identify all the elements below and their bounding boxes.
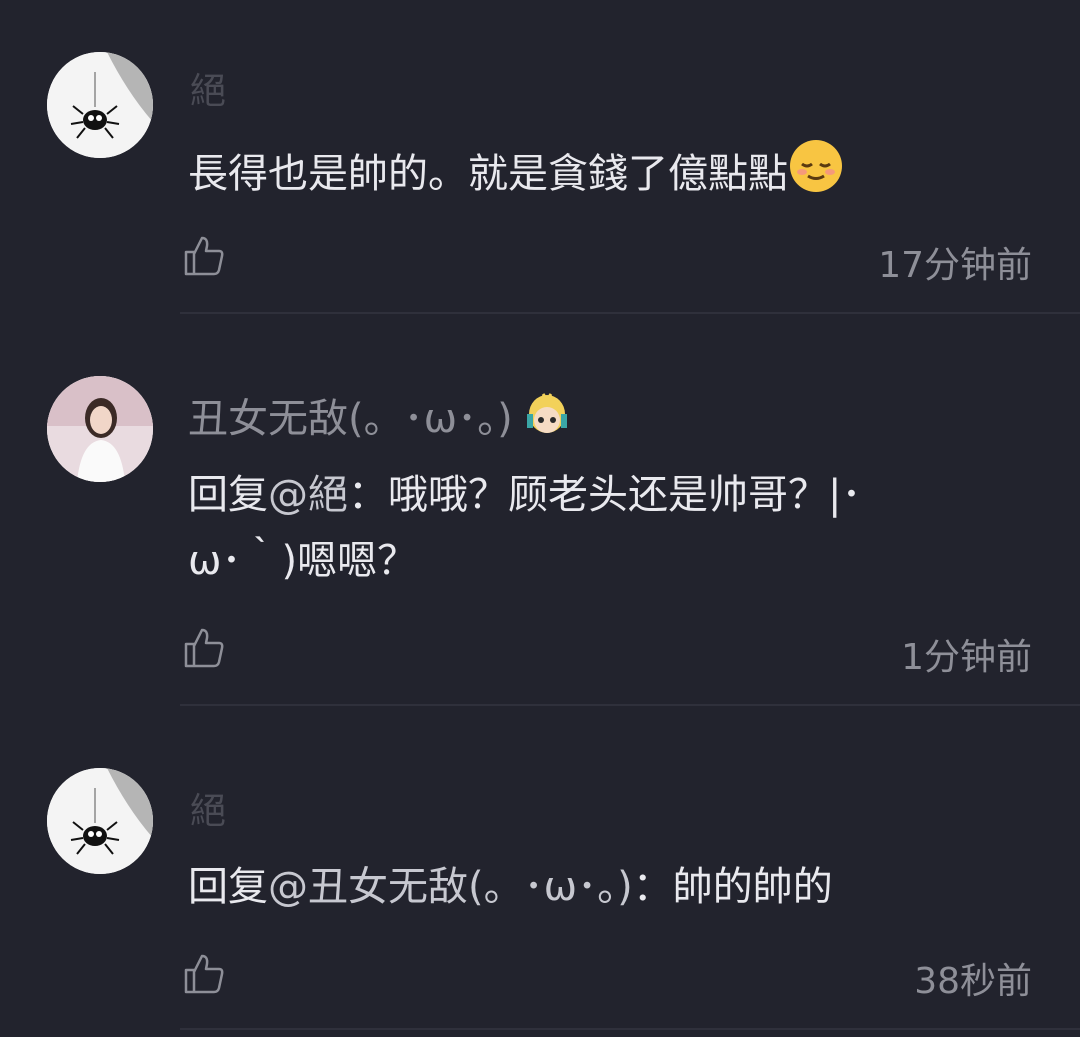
comment-username[interactable]: 丑女无敌(。･ω･。) (188, 386, 569, 450)
comment-username[interactable]: 絕 (190, 782, 226, 834)
like-button[interactable] (182, 952, 226, 996)
comment-timestamp: 1分钟前 (901, 637, 1032, 678)
comment-item: 絕 長得也是帥的。就是貪錢了億點點 17分钟前 (0, 0, 1080, 314)
comment-item: 絕 回复@丑女无敌(。･ω･。)：帥的帥的 38秒前 (0, 706, 1080, 1037)
reply-prefix: 回复 (188, 864, 268, 910)
thumbs-up-icon (184, 954, 224, 994)
comment-item: 丑女无敌(。･ω･。) 回复@絕：哦哦？顾老头还是帅哥？|･ ω･｀)嗯嗯？ 1… (0, 314, 1080, 706)
comment-username[interactable]: 絕 (190, 62, 226, 114)
comment-line: ω･｀)嗯嗯？ (188, 528, 1048, 594)
comment-timestamp: 17分钟前 (878, 245, 1032, 286)
thumbs-up-icon (184, 628, 224, 668)
avatar-badge-emoji (525, 392, 569, 450)
like-button[interactable] (182, 234, 226, 278)
avatar[interactable] (47, 376, 153, 482)
thumbs-up-icon (184, 236, 224, 276)
divider (180, 1028, 1080, 1030)
like-button[interactable] (182, 626, 226, 670)
avatar[interactable] (47, 52, 153, 158)
avatar[interactable] (47, 768, 153, 874)
comment-line: 回复@絕：哦哦？顾老头还是帅哥？|･ (188, 462, 1048, 528)
relieved-face-emoji (788, 138, 844, 214)
comment-username-text: 丑女无敌(。･ω･。) (188, 396, 513, 442)
comment-text: 長得也是帥的。就是貪錢了億點點 (188, 138, 1048, 214)
comment-text: 回复@絕：哦哦？顾老头还是帅哥？|･ ω･｀)嗯嗯？ (188, 462, 1048, 594)
comment-text-content: ω･｀)嗯嗯？ (188, 538, 418, 584)
comment-timestamp: 38秒前 (914, 961, 1032, 1002)
comment-text-content: 長得也是帥的。就是貪錢了億點點 (188, 151, 788, 197)
comment-thread: 絕 長得也是帥的。就是貪錢了億點點 17分钟前 丑女无敌(。･ω･。) 回复@絕… (0, 0, 1080, 1037)
comment-text: 回复@丑女无敌(。･ω･。)：帥的帥的 (188, 854, 1048, 920)
mention-link[interactable]: @丑女无敌(。･ω･。) (268, 864, 633, 910)
comment-text-content: ：哦哦？顾老头还是帅哥？|･ (348, 472, 862, 518)
mention-link[interactable]: @絕 (268, 472, 348, 518)
comment-text-content: ：帥的帥的 (632, 864, 833, 910)
reply-prefix: 回复 (188, 472, 268, 518)
